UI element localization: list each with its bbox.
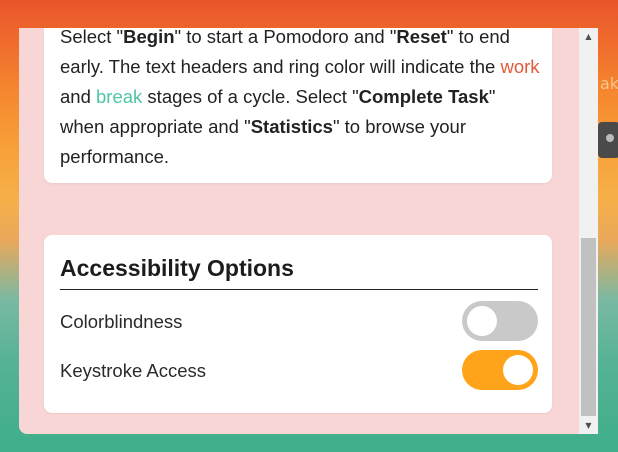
keystroke-access-label: Keystroke Access [60,360,207,381]
toggle-knob [467,306,497,336]
instructions-text: Select "Begin" to start a Pomodoro and "… [60,28,540,167]
break-keyword: break [96,86,143,107]
colorblindness-toggle[interactable] [462,301,538,341]
background-radio-icon [598,122,618,158]
work-keyword: work [500,56,540,77]
accessibility-card: Accessibility Options Colorblindness Key… [44,235,552,413]
complete-task-keyword: Complete Task [358,86,489,107]
colorblindness-label: Colorblindness [60,311,183,332]
keystroke-access-option: Keystroke Access [60,350,538,390]
statistics-keyword: Statistics [250,116,333,137]
scroll-up-icon[interactable]: ▲ [579,28,598,45]
background-partial-text: ak [600,74,618,93]
modal-scrollbar[interactable]: ▲ ▼ [579,28,598,434]
title-divider [60,289,538,290]
scroll-down-icon[interactable]: ▼ [579,417,598,434]
colorblindness-option: Colorblindness [60,301,538,341]
accessibility-title: Accessibility Options [60,255,294,281]
begin-keyword: Begin [123,28,175,47]
instructions-card: Select "Begin" to start a Pomodoro and "… [44,28,552,183]
settings-modal: Select "Begin" to start a Pomodoro and "… [19,28,598,434]
scrollbar-thumb[interactable] [581,238,596,416]
reset-keyword: Reset [396,28,447,47]
toggle-knob [503,355,533,385]
keystroke-access-toggle[interactable] [462,350,538,390]
